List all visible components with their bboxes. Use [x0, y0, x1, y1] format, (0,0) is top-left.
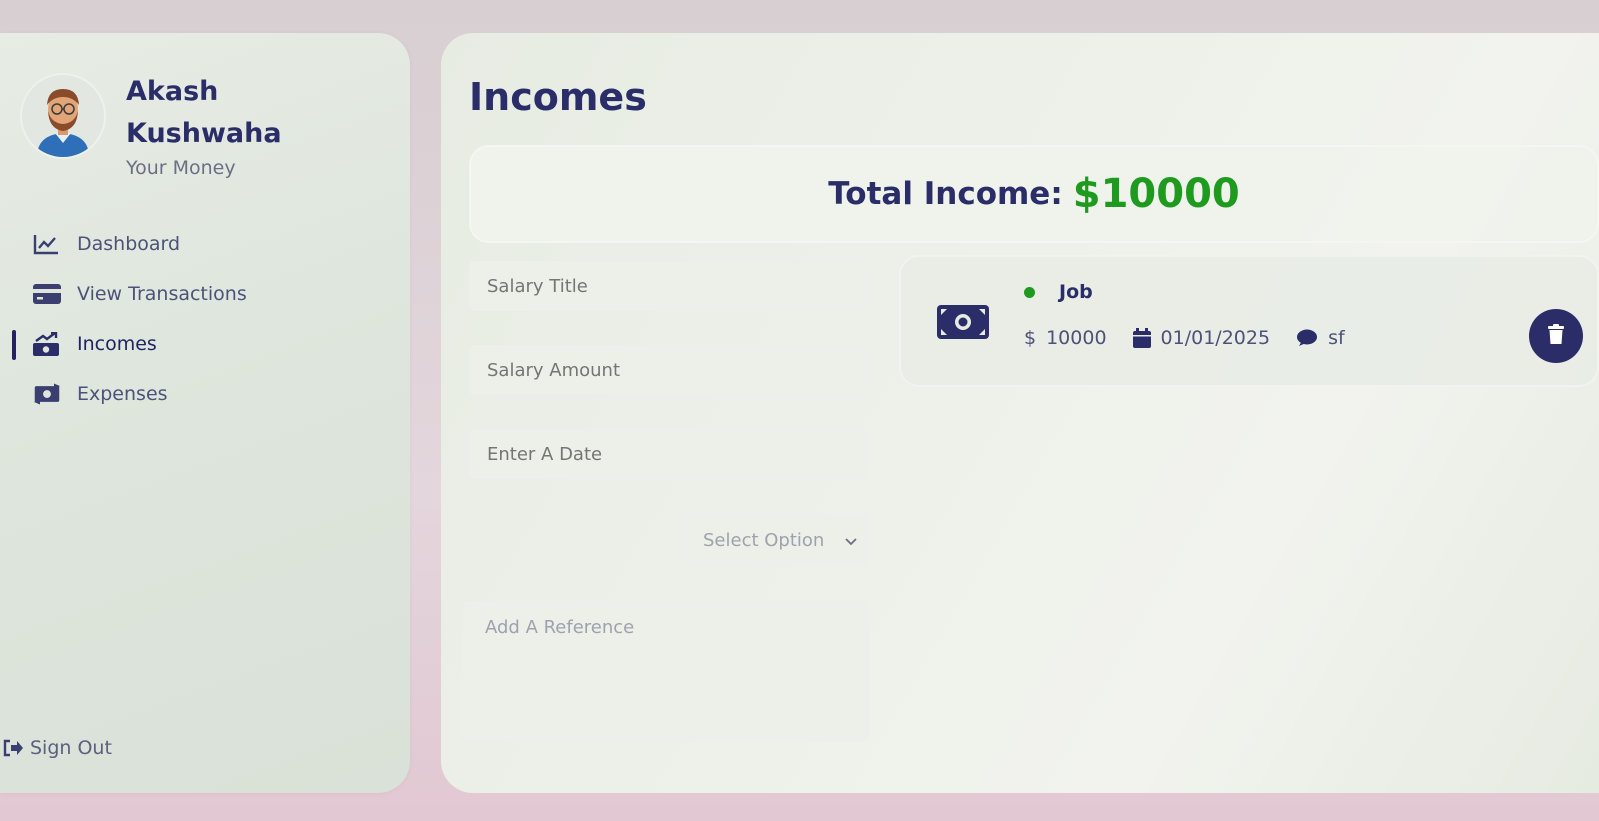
delete-button[interactable] — [1529, 309, 1583, 363]
user-profile: Akash Kushwaha Your Money — [20, 73, 316, 179]
user-name: Akash Kushwaha — [126, 76, 282, 149]
line-chart-icon — [33, 233, 61, 255]
nav-item-label: Dashboard — [77, 233, 181, 255]
sign-out-icon — [2, 739, 24, 757]
calendar-icon — [1132, 328, 1151, 348]
page-title: Incomes — [469, 75, 647, 119]
sidebar: Akash Kushwaha Your Money Dashboard View… — [0, 33, 410, 793]
salary-title-input[interactable] — [469, 261, 867, 311]
credit-card-icon — [33, 283, 61, 305]
income-date: 01/01/2025 — [1132, 327, 1271, 349]
income-reference-value: sf — [1328, 327, 1345, 349]
trash-icon — [1548, 324, 1564, 348]
income-amount: $ 10000 — [1024, 327, 1107, 349]
income-amount-value: 10000 — [1046, 327, 1107, 349]
main-content: Incomes Total Income: $10000 Select Opti… — [441, 33, 1599, 793]
select-placeholder: Select Option — [703, 529, 825, 551]
nav-item-label: Expenses — [77, 383, 168, 405]
income-item: Job $ 10000 01/01/2025 sf — [899, 255, 1599, 387]
nav-item-label: View Transactions — [77, 283, 247, 305]
nav-item-dashboard[interactable]: Dashboard — [0, 219, 410, 269]
dollar-icon: $ — [1024, 327, 1037, 349]
avatar-image — [37, 89, 89, 157]
income-date-value: 01/01/2025 — [1160, 327, 1271, 349]
chevron-down-icon — [845, 530, 857, 551]
date-input[interactable] — [469, 429, 867, 479]
avatar — [20, 73, 106, 159]
money-bill-icon — [937, 305, 989, 343]
reference-textarea[interactable]: Add A Reference — [463, 601, 869, 741]
category-select[interactable]: Select Option — [681, 515, 869, 565]
sign-out-button[interactable]: Sign Out — [2, 737, 112, 759]
nav-menu: Dashboard View Transactions Incomes Expe… — [0, 219, 410, 419]
comment-icon — [1296, 329, 1318, 347]
income-title-text: Job — [1059, 281, 1093, 303]
money-bill-trend-icon — [33, 332, 61, 356]
money-bill-transfer-icon — [33, 383, 61, 405]
nav-item-transactions[interactable]: View Transactions — [0, 269, 410, 319]
nav-item-expenses[interactable]: Expenses — [0, 369, 410, 419]
income-title: Job — [1024, 281, 1093, 303]
reference-placeholder: Add A Reference — [485, 617, 635, 638]
salary-amount-input[interactable] — [469, 345, 867, 395]
nav-item-incomes[interactable]: Incomes — [0, 319, 410, 369]
total-income-card: Total Income: $10000 — [469, 145, 1599, 243]
total-income-label: Total Income: — [828, 176, 1063, 212]
user-subtitle: Your Money — [126, 157, 236, 179]
total-income-value: $10000 — [1072, 171, 1240, 217]
income-form: Select Option Add A Reference — [463, 261, 869, 741]
income-meta: $ 10000 01/01/2025 sf — [1024, 327, 1371, 349]
sign-out-label: Sign Out — [30, 737, 112, 759]
nav-item-label: Incomes — [77, 333, 157, 355]
status-dot — [1024, 286, 1035, 298]
income-reference: sf — [1296, 327, 1345, 349]
